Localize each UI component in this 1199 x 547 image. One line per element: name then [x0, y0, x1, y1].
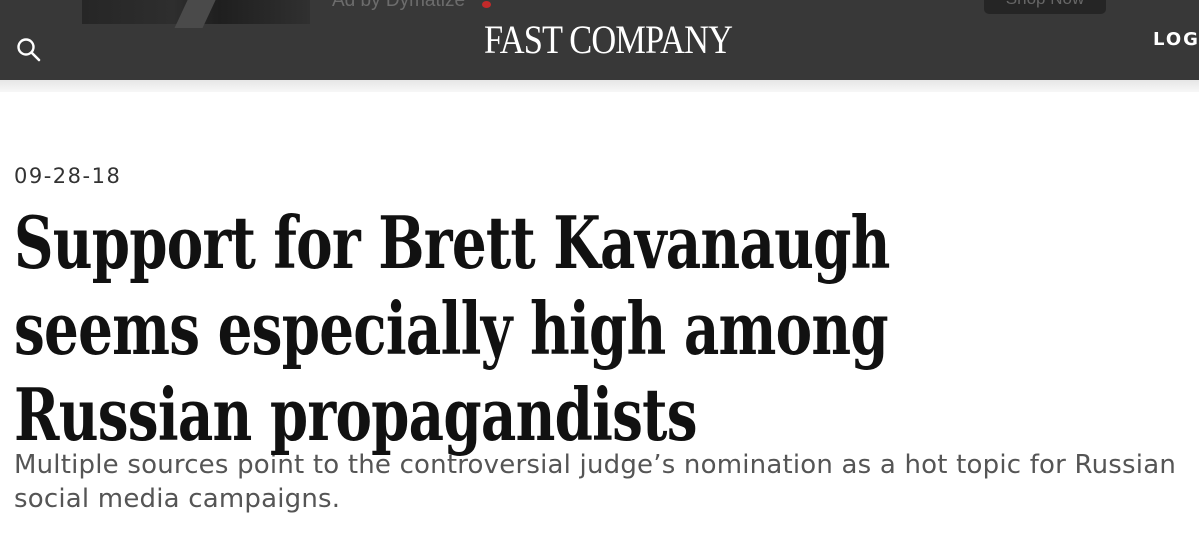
ad-banner-image[interactable]: [82, 0, 310, 28]
ad-label[interactable]: Ad by Dymatize: [332, 0, 465, 12]
header-divider: [0, 80, 1199, 92]
search-icon[interactable]: [15, 36, 43, 64]
ad-shop-button[interactable]: Shop Now: [984, 0, 1106, 14]
article-headline: Support for Brett Kavanaugh seems especi…: [14, 200, 890, 457]
page: Ad by Dymatize Shop Now FAST COMPANY LOG…: [0, 0, 1199, 547]
login-link[interactable]: LOG: [1153, 29, 1199, 50]
ad-brand-icon: [482, 1, 491, 8]
article-header: 09-28-18 Support for Brett Kavanaugh see…: [14, 160, 1184, 516]
article-dek: Multiple sources point to the controvers…: [14, 450, 1177, 514]
site-logo[interactable]: FAST COMPANY: [484, 16, 733, 64]
ad-banner-graphic: [174, 0, 218, 28]
site-header: Ad by Dymatize Shop Now FAST COMPANY LOG: [0, 0, 1199, 80]
article-date: 09-28-18: [14, 164, 122, 188]
